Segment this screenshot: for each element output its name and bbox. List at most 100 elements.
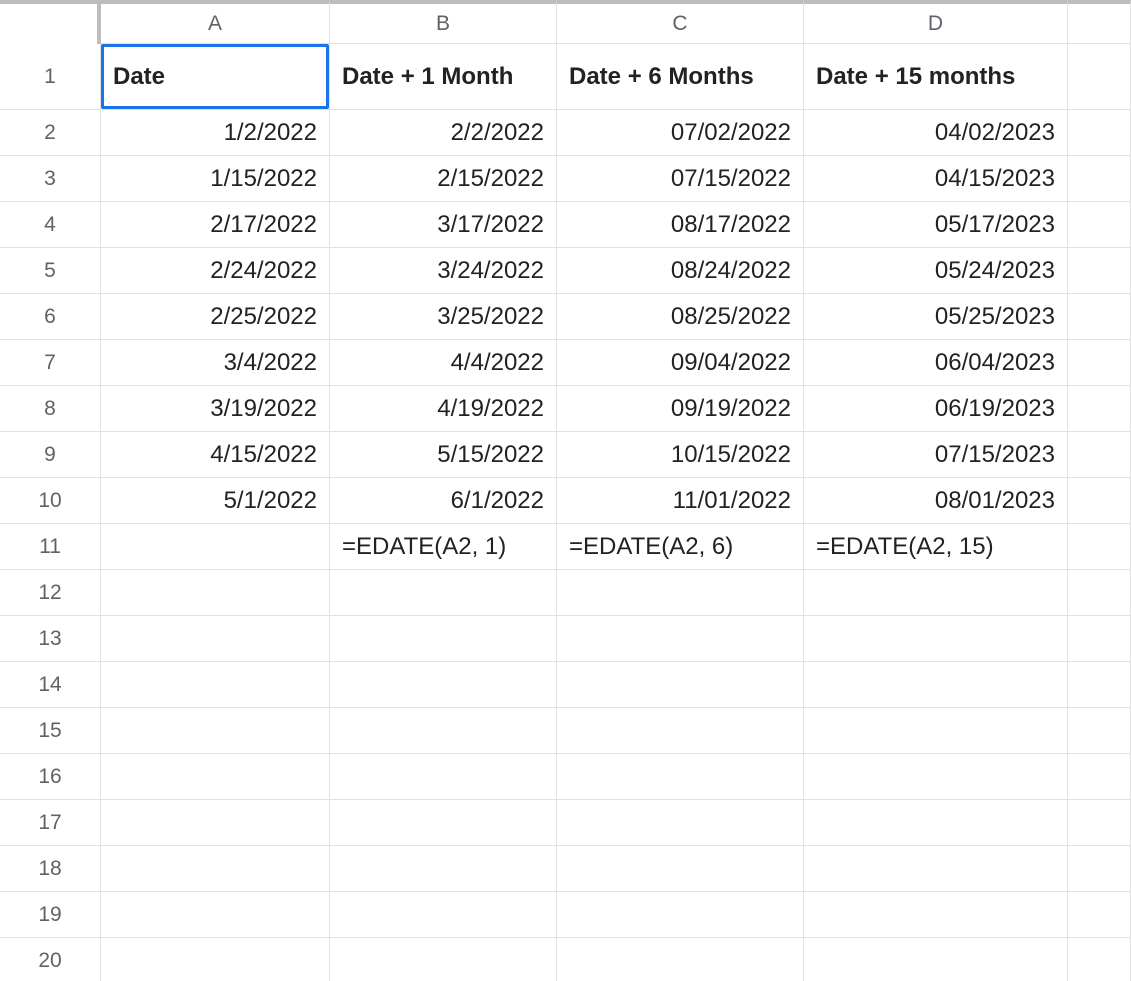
cell-E16[interactable]: [1068, 754, 1131, 800]
cell-A3[interactable]: 1/15/2022: [101, 156, 330, 202]
cell-E9[interactable]: [1068, 432, 1131, 478]
column-header-C[interactable]: C: [557, 0, 804, 44]
cell-E5[interactable]: [1068, 248, 1131, 294]
cell-D19[interactable]: [804, 892, 1068, 938]
cell-C16[interactable]: [557, 754, 804, 800]
cell-A6[interactable]: 2/25/2022: [101, 294, 330, 340]
cell-E11[interactable]: [1068, 524, 1131, 570]
cell-C9[interactable]: 10/15/2022: [557, 432, 804, 478]
cell-D17[interactable]: [804, 800, 1068, 846]
row-header-2[interactable]: 2: [0, 110, 101, 156]
cell-A12[interactable]: [101, 570, 330, 616]
cell-E8[interactable]: [1068, 386, 1131, 432]
cell-A17[interactable]: [101, 800, 330, 846]
cell-A10[interactable]: 5/1/2022: [101, 478, 330, 524]
cell-A7[interactable]: 3/4/2022: [101, 340, 330, 386]
cell-B2[interactable]: 2/2/2022: [330, 110, 557, 156]
cell-C3[interactable]: 07/15/2022: [557, 156, 804, 202]
row-header-12[interactable]: 12: [0, 570, 101, 616]
cell-E2[interactable]: [1068, 110, 1131, 156]
row-header-13[interactable]: 13: [0, 616, 101, 662]
row-header-7[interactable]: 7: [0, 340, 101, 386]
cell-C7[interactable]: 09/04/2022: [557, 340, 804, 386]
cell-C2[interactable]: 07/02/2022: [557, 110, 804, 156]
cell-C12[interactable]: [557, 570, 804, 616]
cell-B9[interactable]: 5/15/2022: [330, 432, 557, 478]
row-header-8[interactable]: 8: [0, 386, 101, 432]
row-header-11[interactable]: 11: [0, 524, 101, 570]
cell-E12[interactable]: [1068, 570, 1131, 616]
cell-C10[interactable]: 11/01/2022: [557, 478, 804, 524]
row-header-14[interactable]: 14: [0, 662, 101, 708]
cell-B20[interactable]: [330, 938, 557, 981]
cell-E4[interactable]: [1068, 202, 1131, 248]
row-header-19[interactable]: 19: [0, 892, 101, 938]
cell-B13[interactable]: [330, 616, 557, 662]
cell-A15[interactable]: [101, 708, 330, 754]
column-header-E[interactable]: [1068, 0, 1131, 44]
cell-B6[interactable]: 3/25/2022: [330, 294, 557, 340]
cell-B5[interactable]: 3/24/2022: [330, 248, 557, 294]
row-header-9[interactable]: 9: [0, 432, 101, 478]
cell-C18[interactable]: [557, 846, 804, 892]
cell-C8[interactable]: 09/19/2022: [557, 386, 804, 432]
cell-A4[interactable]: 2/17/2022: [101, 202, 330, 248]
row-header-1[interactable]: 1: [0, 44, 101, 110]
select-all-corner[interactable]: [0, 0, 101, 44]
cell-B16[interactable]: [330, 754, 557, 800]
cell-E3[interactable]: [1068, 156, 1131, 202]
cell-B14[interactable]: [330, 662, 557, 708]
cell-B4[interactable]: 3/17/2022: [330, 202, 557, 248]
cell-D5[interactable]: 05/24/2023: [804, 248, 1068, 294]
cell-C5[interactable]: 08/24/2022: [557, 248, 804, 294]
cell-E1[interactable]: [1068, 44, 1131, 110]
cell-C17[interactable]: [557, 800, 804, 846]
column-header-B[interactable]: B: [330, 0, 557, 44]
cell-E6[interactable]: [1068, 294, 1131, 340]
cell-A18[interactable]: [101, 846, 330, 892]
cell-C20[interactable]: [557, 938, 804, 981]
cell-D9[interactable]: 07/15/2023: [804, 432, 1068, 478]
cell-A5[interactable]: 2/24/2022: [101, 248, 330, 294]
cell-E14[interactable]: [1068, 662, 1131, 708]
cell-B17[interactable]: [330, 800, 557, 846]
cell-E17[interactable]: [1068, 800, 1131, 846]
cell-A9[interactable]: 4/15/2022: [101, 432, 330, 478]
cell-D1[interactable]: Date + 15 months: [804, 44, 1068, 110]
cell-A20[interactable]: [101, 938, 330, 981]
cell-C4[interactable]: 08/17/2022: [557, 202, 804, 248]
cell-D14[interactable]: [804, 662, 1068, 708]
cell-E19[interactable]: [1068, 892, 1131, 938]
cell-C14[interactable]: [557, 662, 804, 708]
cell-C13[interactable]: [557, 616, 804, 662]
cell-D16[interactable]: [804, 754, 1068, 800]
row-header-15[interactable]: 15: [0, 708, 101, 754]
cell-B8[interactable]: 4/19/2022: [330, 386, 557, 432]
cell-B10[interactable]: 6/1/2022: [330, 478, 557, 524]
row-header-18[interactable]: 18: [0, 846, 101, 892]
cell-A14[interactable]: [101, 662, 330, 708]
cell-A2[interactable]: 1/2/2022: [101, 110, 330, 156]
cell-A13[interactable]: [101, 616, 330, 662]
cell-A8[interactable]: 3/19/2022: [101, 386, 330, 432]
cell-D7[interactable]: 06/04/2023: [804, 340, 1068, 386]
row-header-10[interactable]: 10: [0, 478, 101, 524]
cell-C15[interactable]: [557, 708, 804, 754]
cell-E7[interactable]: [1068, 340, 1131, 386]
cell-D20[interactable]: [804, 938, 1068, 981]
row-header-20[interactable]: 20: [0, 938, 101, 981]
cell-E10[interactable]: [1068, 478, 1131, 524]
cell-B19[interactable]: [330, 892, 557, 938]
cell-B7[interactable]: 4/4/2022: [330, 340, 557, 386]
cell-C1[interactable]: Date + 6 Months: [557, 44, 804, 110]
row-header-6[interactable]: 6: [0, 294, 101, 340]
cell-D10[interactable]: 08/01/2023: [804, 478, 1068, 524]
cell-D15[interactable]: [804, 708, 1068, 754]
cell-D11[interactable]: =EDATE(A2, 15): [804, 524, 1068, 570]
cell-A19[interactable]: [101, 892, 330, 938]
cell-E15[interactable]: [1068, 708, 1131, 754]
cell-D18[interactable]: [804, 846, 1068, 892]
cell-A11[interactable]: [101, 524, 330, 570]
cell-E13[interactable]: [1068, 616, 1131, 662]
cell-D13[interactable]: [804, 616, 1068, 662]
